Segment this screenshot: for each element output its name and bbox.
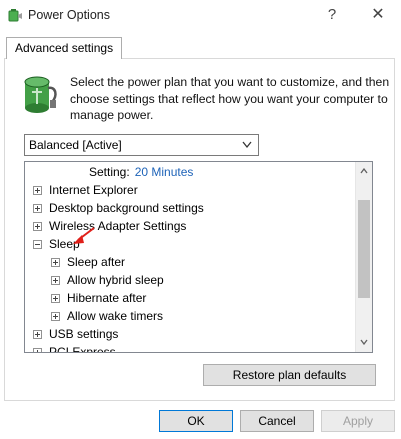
scroll-down-icon[interactable] — [360, 339, 368, 345]
settings-tree[interactable]: Setting: 20 Minutes Internet Explorer Des… — [24, 161, 373, 353]
power-options-icon — [8, 9, 22, 22]
cancel-button[interactable]: Cancel — [240, 410, 314, 432]
tree-item-label: Hibernate after — [67, 291, 147, 305]
window-title: Power Options — [28, 8, 110, 22]
setting-label: Setting: 20 Minutes — [89, 163, 193, 181]
power-plan-select[interactable]: Balanced [Active] — [24, 134, 259, 156]
expand-icon[interactable] — [51, 276, 60, 285]
tab-advanced-settings[interactable]: Advanced settings — [6, 37, 123, 59]
expand-icon[interactable] — [33, 222, 42, 231]
tree-item-label: Internet Explorer — [49, 183, 138, 197]
expand-icon[interactable] — [51, 294, 60, 303]
tree-item-label: USB settings — [49, 327, 119, 341]
red-arrow-icon — [73, 227, 95, 244]
power-plan-value: Balanced [Active] — [29, 138, 122, 152]
help-button[interactable]: ? — [320, 4, 344, 26]
setting-value[interactable]: 20 Minutes — [135, 165, 194, 179]
restore-plan-defaults-button[interactable]: Restore plan defaults — [203, 364, 376, 386]
setting-label-text: Setting: — [89, 165, 130, 179]
expand-icon[interactable] — [33, 330, 42, 339]
tree-item-label: Desktop background settings — [49, 201, 204, 215]
chevron-down-icon — [242, 141, 252, 149]
ok-button[interactable]: OK — [159, 410, 233, 432]
title-bar: Power Options ? ✕ — [0, 0, 401, 30]
expand-icon[interactable] — [33, 204, 42, 213]
close-button[interactable]: ✕ — [366, 4, 390, 26]
apply-button[interactable]: Apply — [321, 410, 395, 432]
scrollbar-thumb[interactable] — [358, 200, 370, 298]
collapse-icon[interactable] — [33, 240, 42, 249]
tree-item-label: PCI Express — [49, 345, 116, 353]
tree-item-label: Allow hybrid sleep — [67, 273, 164, 287]
expand-icon[interactable] — [33, 348, 42, 352]
setting-row: Setting: 20 Minutes — [25, 163, 355, 181]
expand-icon[interactable] — [51, 258, 60, 267]
tree-item-label: Sleep after — [67, 255, 126, 269]
tree-item-label: Allow wake timers — [67, 309, 164, 323]
scroll-up-icon[interactable] — [360, 168, 368, 174]
intro-text: Select the power plan that you want to c… — [70, 75, 390, 122]
expand-icon[interactable] — [51, 312, 60, 321]
battery-icon — [24, 76, 57, 113]
vertical-scrollbar[interactable] — [355, 162, 372, 352]
expand-icon[interactable] — [33, 186, 42, 195]
